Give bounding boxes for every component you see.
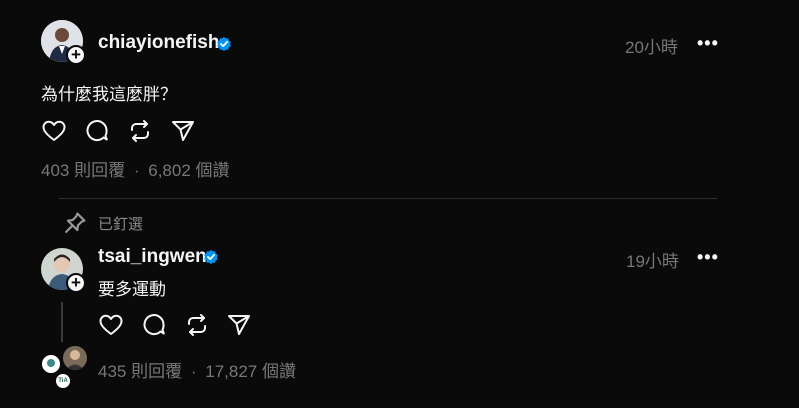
more-options-button[interactable]: ••• xyxy=(697,33,719,54)
share-icon[interactable] xyxy=(226,312,252,338)
replier-avatar[interactable]: TiA xyxy=(56,374,70,388)
verified-badge-icon xyxy=(217,36,231,52)
reply-count[interactable]: 403 則回覆 xyxy=(41,161,125,180)
reply-stats: 435 則回覆 · 17,827 個讚 xyxy=(98,357,296,382)
reply-timestamp[interactable]: 19小時 xyxy=(626,247,679,272)
comment-icon[interactable] xyxy=(141,312,167,338)
pinned-label: 已釘選 xyxy=(98,216,144,233)
replier-avatar[interactable] xyxy=(63,346,87,370)
like-count[interactable]: 6,802 個讚 xyxy=(148,161,229,180)
replier-avatar[interactable] xyxy=(42,355,60,373)
heart-icon[interactable] xyxy=(41,118,67,144)
comment-icon[interactable] xyxy=(84,118,110,144)
repost-icon[interactable] xyxy=(184,312,210,338)
heart-icon[interactable] xyxy=(98,312,124,338)
reply-username[interactable]: tsai_ingwen xyxy=(98,246,207,268)
verified-badge-icon xyxy=(204,249,218,265)
reply-text: 要多運動 xyxy=(98,280,166,299)
repost-icon[interactable] xyxy=(127,118,153,144)
reply-reply-count[interactable]: 435 則回覆 xyxy=(98,362,182,381)
reply-more-options-button[interactable]: ••• xyxy=(697,247,719,268)
post-timestamp[interactable]: 20小時 xyxy=(625,33,678,58)
stats-separator: · xyxy=(133,161,140,180)
thread-line xyxy=(61,302,63,342)
follow-plus-icon[interactable]: + xyxy=(66,273,86,293)
reply-like-count[interactable]: 17,827 個讚 xyxy=(205,362,296,381)
stats-separator: · xyxy=(190,362,197,381)
replier-avatar-text: TiA xyxy=(58,378,68,384)
post-stats: 403 則回覆 · 6,802 個讚 xyxy=(41,156,230,181)
post-text: 為什麼我這麼胖？ xyxy=(41,85,177,104)
section-divider xyxy=(59,198,717,199)
share-icon[interactable] xyxy=(170,118,196,144)
post-username[interactable]: chiayionefish xyxy=(98,32,219,54)
pin-icon xyxy=(62,210,86,233)
follow-plus-icon[interactable]: + xyxy=(66,45,86,65)
